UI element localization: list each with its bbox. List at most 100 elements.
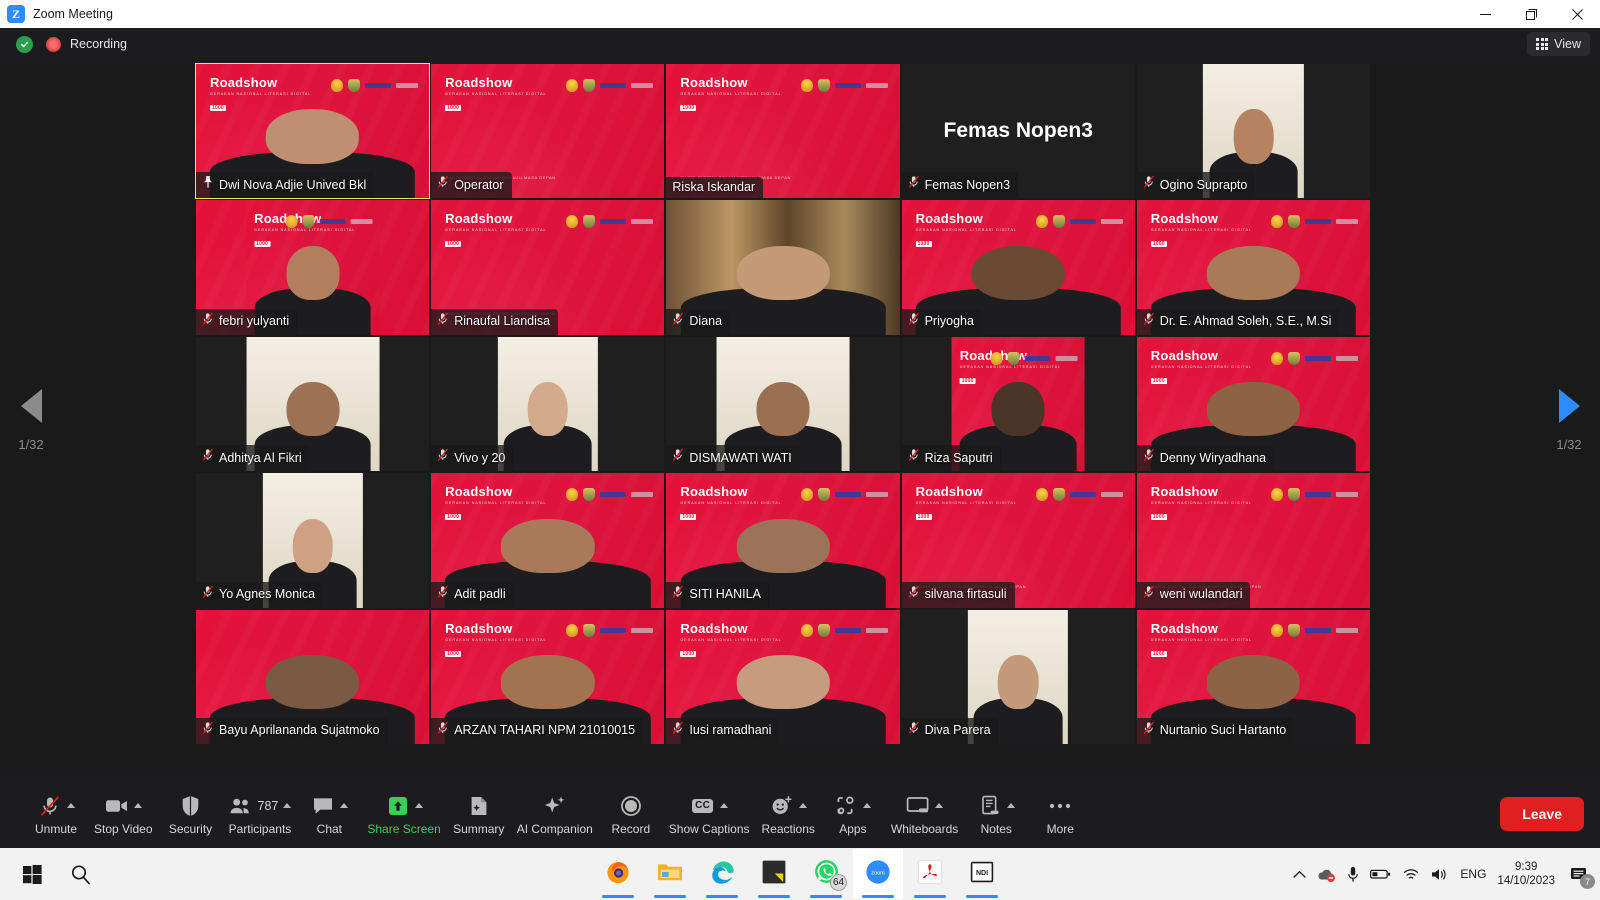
participant-tile[interactable]: Roadshow GERAKAN NASIONAL LITERASI DIGIT…: [431, 609, 665, 744]
crest-gold-icon: [1271, 624, 1284, 638]
crest-shield-icon: [1288, 624, 1301, 638]
taskbar-app-ndi[interactable]: NDI: [957, 849, 1007, 899]
toolbar-reactions-button[interactable]: Reactions: [756, 790, 821, 838]
toolbar-notes-button[interactable]: Notes: [964, 790, 1028, 838]
participant-name-plate: DISMAWATI WATI: [666, 445, 800, 472]
participant-tile[interactable]: Roadshow GERAKAN NASIONAL LITERASI DIGIT…: [196, 200, 430, 335]
windows-start-icon[interactable]: [10, 851, 54, 897]
chevron-up-icon[interactable]: [283, 803, 292, 808]
crest-shield-icon: [817, 624, 830, 638]
notifications-icon[interactable]: 7: [1566, 861, 1595, 889]
chevron-left-icon: [20, 388, 42, 423]
taskbar-app-microsoft-edge[interactable]: [697, 849, 747, 899]
participant-tile[interactable]: Roadshow GERAKAN NASIONAL LITERASI DIGIT…: [666, 609, 900, 744]
participant-name: Riska Iskandar: [672, 180, 756, 195]
participant-tile[interactable]: Roadshow GERAKAN NASIONAL LITERASI DIGIT…: [666, 473, 900, 608]
participant-tile[interactable]: Roadshow GERAKAN NASIONAL LITERASI DIGIT…: [1136, 609, 1370, 744]
participant-tile[interactable]: Vivo y 20: [431, 336, 665, 472]
participant-tile[interactable]: Roadshow GERAKAN NASIONAL LITERASI DIGIT…: [901, 200, 1135, 335]
participant-tile[interactable]: Roadshow GERAKAN NASIONAL LITERASI DIGIT…: [1136, 336, 1370, 472]
participant-tile[interactable]: Femas Nopen3 Femas Nopen3: [901, 64, 1135, 199]
participant-tile[interactable]: Roadshow GERAKAN NASIONAL LITERASI DIGIT…: [431, 64, 665, 199]
chevron-up-icon[interactable]: [719, 803, 728, 808]
shield-check-icon[interactable]: [16, 35, 33, 53]
participant-name: DISMAWATI WATI: [689, 450, 792, 465]
toolbar-security-button[interactable]: Security: [159, 790, 223, 838]
taskbar-app-adobe-acrobat[interactable]: [905, 849, 955, 899]
chevron-up-icon[interactable]: [863, 803, 872, 808]
participant-name-plate: Rinaufal Liandisa: [431, 308, 559, 335]
chevron-up-icon[interactable]: [798, 803, 807, 808]
toolbar-show-captions-button[interactable]: CC Show Captions: [663, 790, 756, 838]
taskbar-app-whatsapp[interactable]: 64: [801, 849, 851, 899]
svg-text:NDI: NDI: [976, 870, 988, 877]
participant-name-plate: Diva Parera: [901, 717, 999, 744]
participant-tile[interactable]: Roadshow GERAKAN NASIONAL LITERASI DIGIT…: [1136, 473, 1370, 608]
participant-tile[interactable]: DISMAWATI WATI: [666, 336, 900, 472]
taskbar-app-sticky-notes[interactable]: [749, 849, 799, 899]
search-icon[interactable]: [58, 851, 102, 897]
language-indicator[interactable]: ENG: [1460, 867, 1486, 881]
participant-tile[interactable]: Diva Parera: [901, 609, 1135, 744]
taskbar-app-zoom[interactable]: zoom: [853, 849, 903, 899]
participant-tile[interactable]: Ogino Suprapto: [1136, 64, 1370, 199]
microphone-muted-icon: [908, 585, 920, 604]
recording-dot-icon[interactable]: [46, 36, 61, 52]
participant-tile[interactable]: Roadshow GERAKAN NASIONAL LITERASI DIGIT…: [901, 336, 1135, 472]
crest-gold-icon: [565, 215, 578, 229]
toolbar-more-button[interactable]: More: [1028, 790, 1092, 838]
leave-button[interactable]: Leave: [1500, 797, 1584, 831]
volume-icon[interactable]: [1431, 867, 1449, 882]
onedrive-icon[interactable]: [1317, 867, 1336, 882]
chevron-up-icon[interactable]: [133, 803, 142, 808]
clock[interactable]: 9:39 14/10/2023: [1497, 860, 1555, 889]
toolbar-stop-video-button[interactable]: Stop Video: [88, 790, 159, 838]
previous-page-button[interactable]: 1/32: [0, 60, 62, 780]
minimize-icon[interactable]: [1462, 0, 1508, 28]
participant-name: silvana firtasuli: [924, 587, 1007, 602]
wifi-icon[interactable]: [1402, 867, 1420, 881]
taskbar-app-file-explorer[interactable]: [645, 849, 695, 899]
sponsor-logo-icon: [834, 491, 861, 497]
next-page-button[interactable]: 1/32: [1538, 60, 1600, 780]
toolbar-summary-button[interactable]: Summary: [447, 790, 511, 838]
chevron-up-icon[interactable]: [66, 803, 75, 808]
participant-name: Diana: [689, 314, 723, 329]
share-screen-icon: [386, 795, 410, 817]
participant-tile[interactable]: Roadshow GERAKAN NASIONAL LITERASI DIGIT…: [1136, 200, 1370, 335]
microphone-icon[interactable]: [1347, 866, 1359, 883]
toolbar-participants-button[interactable]: 787 Participants: [223, 790, 298, 838]
chevron-up-icon[interactable]: [1006, 803, 1015, 808]
participant-tile[interactable]: Roadshow GERAKAN NASIONAL LITERASI DIGIT…: [901, 473, 1135, 608]
close-icon[interactable]: [1554, 0, 1600, 28]
participant-tile[interactable]: Yo Agnes Monica: [196, 473, 430, 608]
chevron-up-icon[interactable]: [1293, 870, 1307, 879]
toolbar-unmute-button[interactable]: Unmute: [24, 790, 88, 838]
toolbar-share-screen-button[interactable]: Share Screen: [361, 790, 446, 838]
crest-gold-icon: [1036, 215, 1049, 229]
participant-tile[interactable]: Adhitya Al Fikri: [196, 336, 430, 472]
battery-icon[interactable]: [1370, 868, 1391, 880]
window-controls: [1462, 0, 1600, 28]
view-button[interactable]: View: [1527, 32, 1590, 56]
participant-tile[interactable]: Diana: [666, 200, 900, 335]
participant-tile[interactable]: Roadshow GERAKAN NASIONAL LITERASI DIGIT…: [666, 64, 900, 199]
toolbar-whiteboards-button[interactable]: Whiteboards: [885, 790, 964, 838]
maximize-icon[interactable]: [1508, 0, 1554, 28]
chevron-up-icon[interactable]: [339, 803, 348, 808]
participant-tile[interactable]: Bayu Aprilananda Sujatmoko: [196, 609, 430, 744]
participant-tile[interactable]: Roadshow GERAKAN NASIONAL LITERASI DIGIT…: [431, 473, 665, 608]
chevron-up-icon[interactable]: [935, 803, 944, 808]
participant-tile[interactable]: Roadshow GERAKAN NASIONAL LITERASI DIGIT…: [431, 200, 665, 335]
window-title: Zoom Meeting: [33, 7, 113, 21]
toolbar-chat-button[interactable]: Chat: [297, 790, 361, 838]
participant-name: Nurtanio Suci Hartanto: [1159, 723, 1287, 738]
toolbar-ai-companion-button[interactable]: AI Companion: [511, 790, 599, 838]
toolbar-apps-button[interactable]: Apps: [821, 790, 885, 838]
chevron-up-icon[interactable]: [414, 803, 423, 808]
participant-name-plate: Operator: [431, 172, 512, 199]
participant-tile[interactable]: Roadshow GERAKAN NASIONAL LITERASI DIGIT…: [194, 62, 431, 200]
toolbar-record-button[interactable]: Record: [599, 790, 663, 838]
taskbar-app-firefox[interactable]: [593, 849, 643, 899]
sticky-notes-icon: [761, 859, 787, 890]
